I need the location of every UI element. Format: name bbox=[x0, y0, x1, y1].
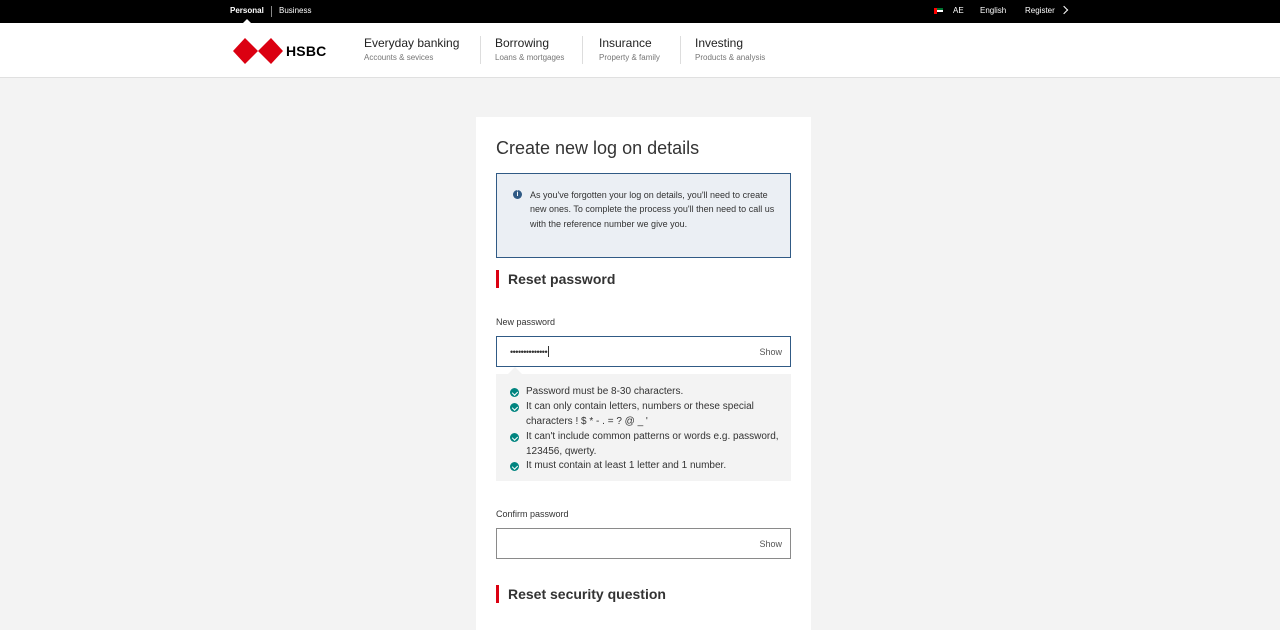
nav-title: Borrowing bbox=[495, 36, 550, 50]
nav-subtitle: Accounts & sevices bbox=[364, 53, 434, 62]
confirm-password-label: Confirm password bbox=[496, 509, 569, 519]
password-rule: It must contain at least 1 letter and 1 … bbox=[510, 459, 785, 474]
brand-name[interactable]: HSBC bbox=[286, 43, 326, 59]
nav-investing[interactable]: Investing Products & analysis bbox=[695, 36, 765, 62]
password-rule: It can only contain letters, numbers or … bbox=[510, 400, 785, 429]
text-caret bbox=[548, 346, 550, 357]
logon-details-card: Create new log on details i As you've fo… bbox=[476, 117, 811, 630]
language-selector[interactable]: English bbox=[980, 0, 1006, 23]
personal-tab[interactable]: Personal bbox=[230, 0, 264, 23]
region-selector[interactable]: AE bbox=[953, 0, 964, 23]
confirm-password-field[interactable]: Show bbox=[496, 528, 791, 559]
nav-borrowing[interactable]: Borrowing Loans & mortgages bbox=[495, 36, 564, 62]
nav-divider bbox=[480, 36, 481, 64]
check-circle-icon bbox=[510, 433, 519, 442]
register-link[interactable]: Register bbox=[1025, 0, 1055, 23]
hsbc-logo-icon[interactable] bbox=[233, 38, 283, 64]
password-rules-panel: Password must be 8-30 characters. It can… bbox=[496, 367, 791, 481]
new-password-value[interactable]: •••••••••••••• bbox=[510, 346, 550, 357]
check-circle-icon bbox=[510, 403, 519, 412]
new-password-field[interactable]: •••••••••••••• Show bbox=[496, 336, 791, 367]
check-circle-icon bbox=[510, 388, 519, 397]
info-notice: i As you've forgotten your log on detail… bbox=[496, 173, 791, 258]
new-password-label: New password bbox=[496, 317, 556, 327]
page-title: Create new log on details bbox=[496, 138, 700, 158]
info-text: As you've forgotten your log on details,… bbox=[530, 190, 775, 229]
topbar-divider bbox=[271, 6, 272, 17]
reset-security-question-heading: Reset security question bbox=[496, 585, 666, 603]
nav-divider bbox=[680, 36, 681, 64]
business-tab[interactable]: Business bbox=[279, 0, 311, 23]
nav-everyday-banking[interactable]: Everyday banking Accounts & sevices bbox=[364, 36, 459, 62]
nav-title: Investing bbox=[695, 36, 744, 50]
reset-password-heading: Reset password bbox=[496, 270, 615, 288]
show-confirm-password-button[interactable]: Show bbox=[759, 539, 782, 549]
nav-subtitle: Loans & mortgages bbox=[495, 53, 565, 62]
masked-password: •••••••••••••• bbox=[510, 347, 548, 357]
nav-divider bbox=[582, 36, 583, 64]
nav-title: Insurance bbox=[599, 36, 652, 50]
nav-subtitle: Property & family bbox=[599, 53, 660, 62]
nav-subtitle: Products & analysis bbox=[695, 53, 766, 62]
rule-text: It must contain at least 1 letter and 1 … bbox=[526, 460, 727, 471]
password-rule: Password must be 8-30 characters. bbox=[510, 385, 785, 400]
info-icon: i bbox=[513, 190, 522, 199]
check-circle-icon bbox=[510, 462, 519, 471]
top-bar: Personal Business AE English Register bbox=[0, 0, 1280, 23]
uae-flag-icon[interactable] bbox=[934, 8, 943, 14]
nav-title: Everyday banking bbox=[364, 36, 460, 50]
show-new-password-button[interactable]: Show bbox=[759, 347, 782, 357]
password-rule: It can't include common patterns or word… bbox=[510, 430, 785, 459]
rule-text: It can only contain letters, numbers or … bbox=[526, 401, 754, 427]
rule-text: Password must be 8-30 characters. bbox=[526, 386, 684, 397]
rule-text: It can't include common patterns or word… bbox=[526, 431, 779, 457]
chevron-right-icon bbox=[1059, 5, 1069, 15]
nav-insurance[interactable]: Insurance Property & family bbox=[599, 36, 660, 62]
main-header: HSBC Everyday banking Accounts & sevices… bbox=[0, 23, 1280, 78]
